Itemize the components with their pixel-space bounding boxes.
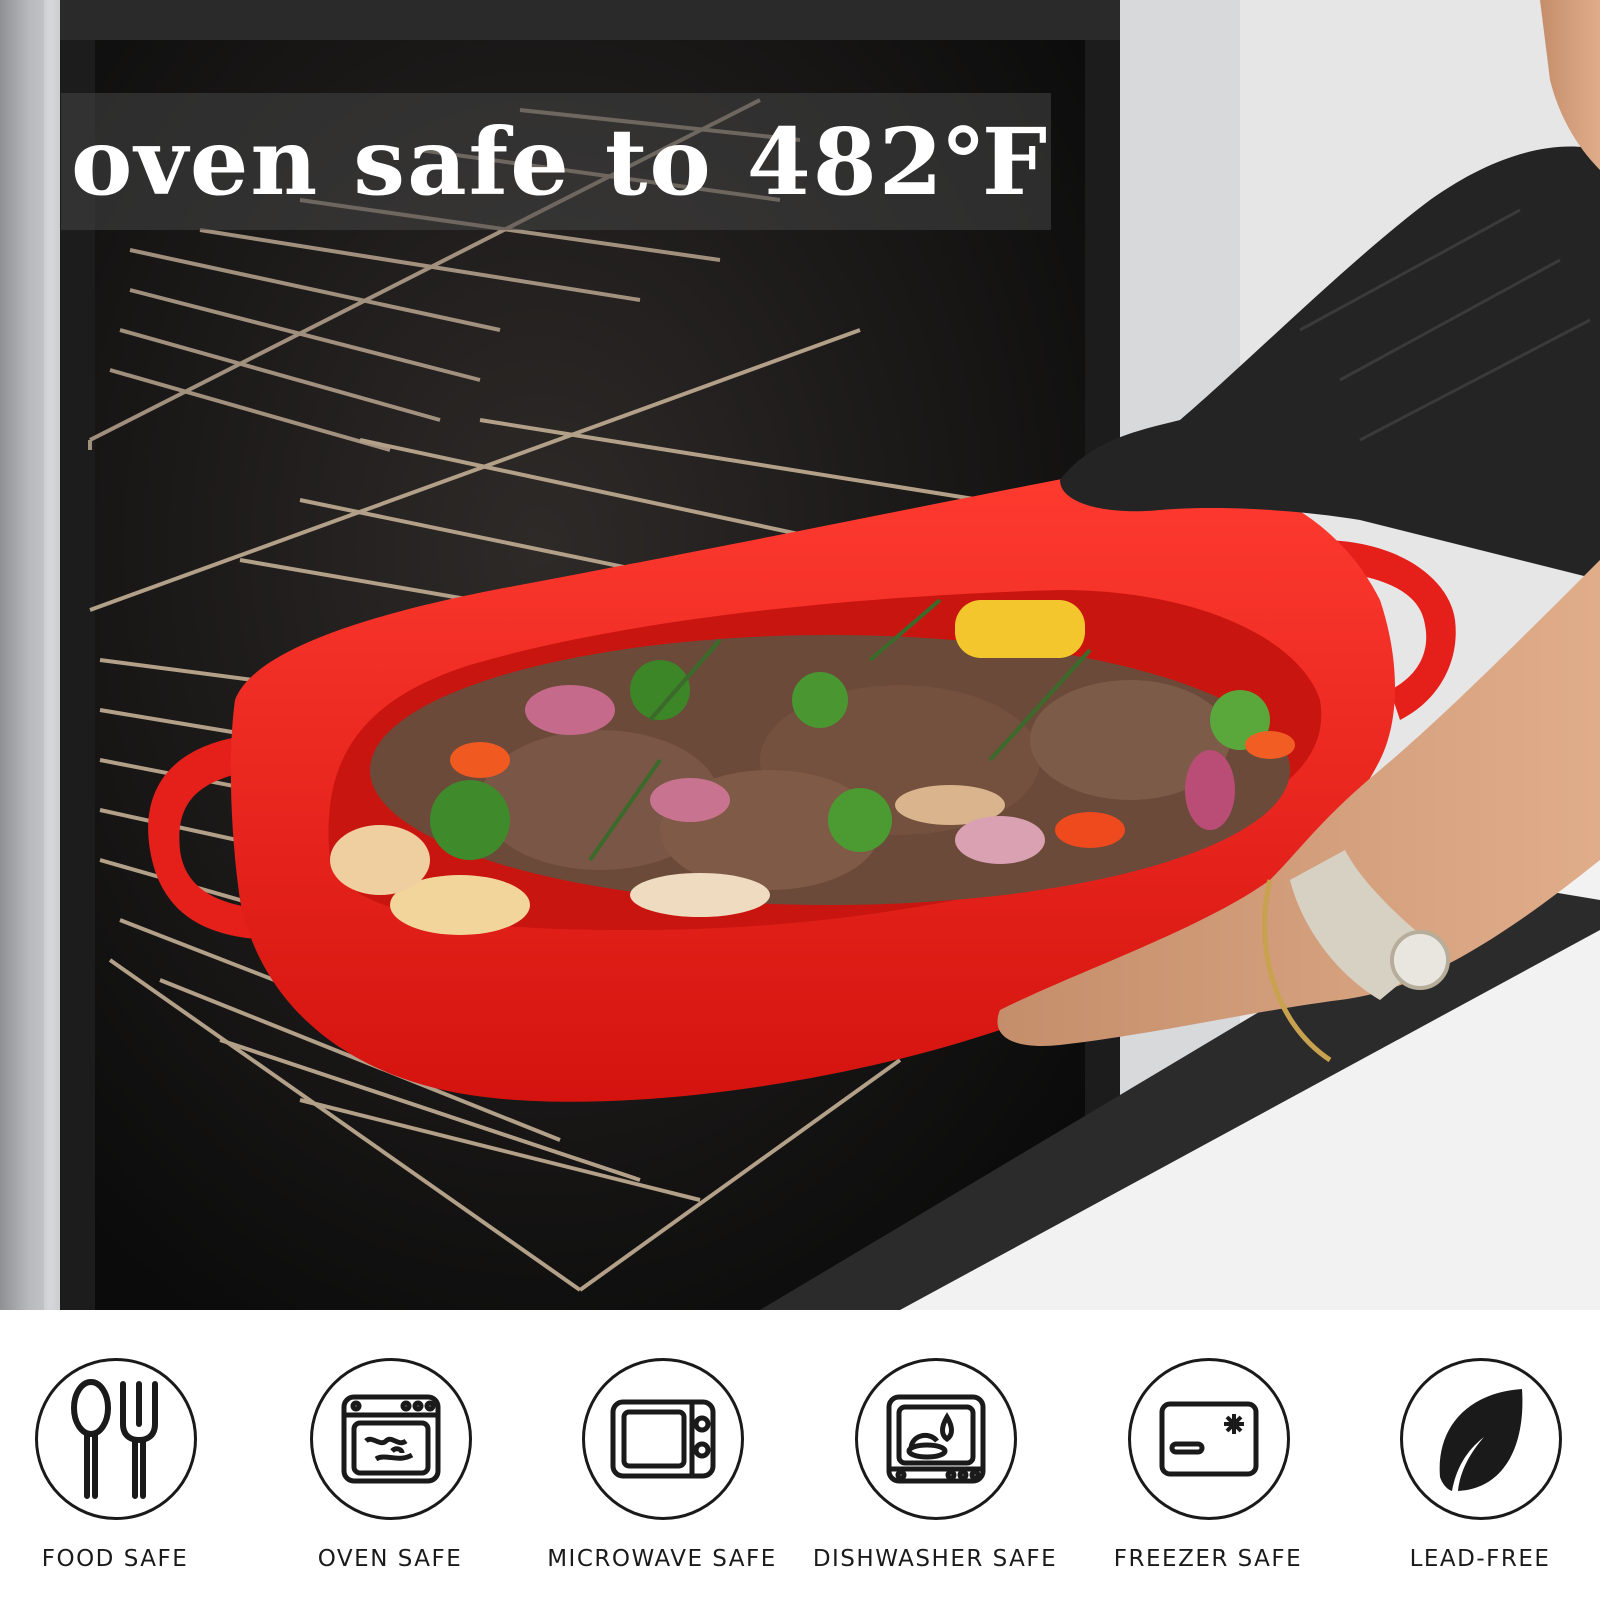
badge-oven-safe: OVEN SAFE [255,1310,525,1600]
badge-lead-free: LEAD-FREE [1345,1310,1600,1600]
product-image: oven safe to 482℉ FOOD SAFE OVEN SAFE MI… [0,0,1600,1600]
freezer-icon [1128,1358,1290,1520]
badge-label: OVEN SAFE [317,1546,463,1572]
badge-microwave-safe: MICROWAVE SAFE [527,1310,797,1600]
oven-icon [310,1358,472,1520]
badge-label: DISHWASHER SAFE [812,1546,1058,1572]
oven-photo: oven safe to 482℉ [0,0,1600,1310]
headline-banner: oven safe to 482℉ [61,93,1051,230]
spoon-fork-icon [35,1358,197,1520]
dishwasher-icon [855,1358,1017,1520]
badge-label: FREEZER SAFE [1113,1546,1303,1572]
badge-freezer-safe: FREEZER SAFE [1073,1310,1343,1600]
feature-badges: FOOD SAFE OVEN SAFE MICROWAVE SAFE DISHW… [0,1310,1600,1600]
badge-dishwasher-safe: DISHWASHER SAFE [800,1310,1070,1600]
badge-label: FOOD SAFE [41,1546,189,1572]
badge-food-safe: FOOD SAFE [0,1310,250,1600]
microwave-icon [582,1358,744,1520]
badge-label: LEAD-FREE [1409,1546,1551,1572]
headline-text: oven safe to 482℉ [71,107,1050,216]
badge-label: MICROWAVE SAFE [547,1546,777,1572]
leaf-icon [1400,1358,1562,1520]
